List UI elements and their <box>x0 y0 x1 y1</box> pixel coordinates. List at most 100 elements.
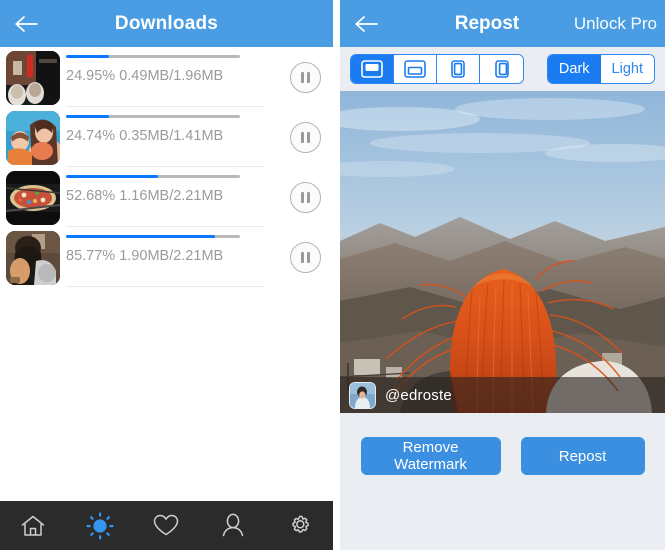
download-percent: 24.95% <box>66 68 116 84</box>
download-status: 85.77% 1.90MB/2.21MB <box>66 248 273 264</box>
panel-gap <box>333 0 340 550</box>
gear-icon <box>291 514 309 533</box>
download-sizes: 0.35MB/1.41MB <box>119 128 224 144</box>
download-row[interactable]: 24.74% 0.35MB/1.41MB <box>0 107 333 167</box>
download-thumbnail[interactable] <box>6 171 60 225</box>
user-avatar-icon <box>350 382 375 408</box>
download-percent: 85.77% <box>66 248 116 264</box>
progress-track <box>66 175 240 178</box>
downloads-nav-bar: Downloads <box>0 0 333 47</box>
watermark-position-bottom[interactable] <box>394 55 437 83</box>
pause-cell <box>277 227 333 287</box>
download-percent: 24.74% <box>66 128 116 144</box>
pause-cell <box>277 107 333 167</box>
tab-home[interactable] <box>5 501 61 550</box>
repost-screen: Repost Unlock Pro Dark Light @edroste Re… <box>340 0 665 550</box>
watermark-position-right[interactable] <box>480 55 523 83</box>
download-row[interactable]: 52.68% 1.16MB/2.21MB <box>0 167 333 227</box>
heart-icon <box>154 514 179 536</box>
download-status: 24.95% 0.49MB/1.96MB <box>66 68 273 84</box>
download-percent: 52.68% <box>66 188 116 204</box>
repost-nav-bar: Repost Unlock Pro <box>340 0 665 47</box>
thumbnail-image-1 <box>6 51 60 105</box>
thumbnail-image-2 <box>6 111 60 165</box>
repost-photo-preview[interactable]: @edroste <box>340 91 665 413</box>
download-info: 24.74% 0.35MB/1.41MB <box>66 107 273 167</box>
download-info: 85.77% 1.90MB/2.21MB <box>66 227 273 287</box>
download-thumbnail[interactable] <box>6 231 60 285</box>
pause-icon-bar-left <box>300 131 304 143</box>
page-title: Repost <box>454 12 520 34</box>
progress-fill <box>66 115 110 118</box>
back-button[interactable] <box>0 0 54 47</box>
tab-profile[interactable] <box>205 501 261 550</box>
person-icon <box>222 513 244 537</box>
tab-settings[interactable] <box>272 501 328 550</box>
photo-image <box>340 91 665 413</box>
theme-option-light[interactable]: Light <box>600 55 654 83</box>
pause-icon-bar-right <box>306 191 310 203</box>
progress-fill <box>66 175 158 178</box>
watermark-position-top[interactable] <box>351 55 394 83</box>
pause-button[interactable] <box>289 61 321 93</box>
home-icon <box>22 515 45 536</box>
download-info: 52.68% 1.16MB/2.21MB <box>66 167 273 227</box>
repost-button[interactable]: Repost <box>520 437 645 475</box>
pause-button[interactable] <box>289 241 321 273</box>
progress-track <box>66 55 240 58</box>
avatar <box>349 381 376 409</box>
pause-cell <box>277 167 333 227</box>
app-screenshot: Downloads 24.95% 0.49MB/1.96MB 24.74% 0.… <box>0 0 665 550</box>
download-thumbnail[interactable] <box>6 111 60 165</box>
download-status: 24.74% 0.35MB/1.41MB <box>66 128 273 144</box>
page-title: Downloads <box>114 12 219 34</box>
download-sizes: 1.90MB/2.21MB <box>119 248 224 264</box>
watermark-right-icon <box>494 60 509 78</box>
pause-icon-bar-right <box>306 131 310 143</box>
remove-watermark-button[interactable]: Remove Watermark <box>360 437 501 475</box>
repost-toolbar: Dark Light <box>340 47 665 91</box>
download-row[interactable]: 85.77% 1.90MB/2.21MB <box>0 227 333 287</box>
watermark-left-icon <box>451 60 465 78</box>
downloads-screen: Downloads 24.95% 0.49MB/1.96MB 24.74% 0.… <box>0 0 333 550</box>
download-status: 52.68% 1.16MB/2.21MB <box>66 188 273 204</box>
repost-actions: Remove Watermark Repost <box>340 413 665 550</box>
tab-discover[interactable] <box>72 501 128 550</box>
download-thumbnail[interactable] <box>6 51 60 105</box>
thumbnail-image-3 <box>6 171 60 225</box>
pause-button[interactable] <box>289 181 321 213</box>
watermark-position-segmented-control <box>350 54 524 84</box>
watermark-username: @edroste <box>385 386 452 404</box>
pause-button[interactable] <box>289 121 321 153</box>
back-arrow-icon <box>15 15 38 32</box>
progress-track <box>66 235 240 238</box>
unlock-pro-button[interactable]: Unlock Pro <box>574 14 665 34</box>
watermark-bottom-icon <box>404 60 426 78</box>
theme-segmented-control: Dark Light <box>546 54 655 84</box>
row-separator <box>66 286 265 287</box>
back-button[interactable] <box>340 0 394 47</box>
download-sizes: 0.49MB/1.96MB <box>119 68 224 84</box>
progress-fill <box>66 55 110 58</box>
pause-cell <box>277 47 333 107</box>
theme-option-dark[interactable]: Dark <box>547 55 601 83</box>
watermark-position-left[interactable] <box>437 55 480 83</box>
watermark-top-icon <box>361 60 383 78</box>
pause-icon-bar-right <box>306 251 310 263</box>
download-row[interactable]: 24.95% 0.49MB/1.96MB <box>0 47 333 107</box>
pause-icon-bar-left <box>300 191 304 203</box>
tab-likes[interactable] <box>138 501 194 550</box>
watermark-overlay: @edroste <box>340 377 665 413</box>
thumbnail-image-4 <box>6 231 60 285</box>
bottom-tab-bar <box>0 501 333 550</box>
sun-burst-icon <box>86 512 114 539</box>
download-sizes: 1.16MB/2.21MB <box>119 188 224 204</box>
progress-fill <box>66 235 216 238</box>
back-arrow-icon <box>355 15 378 32</box>
downloads-list: 24.95% 0.49MB/1.96MB 24.74% 0.35MB/1.41M… <box>0 47 333 501</box>
pause-icon-bar-right <box>306 71 310 83</box>
pause-icon-bar-left <box>300 251 304 263</box>
pause-icon-bar-left <box>300 71 304 83</box>
progress-track <box>66 115 240 118</box>
download-info: 24.95% 0.49MB/1.96MB <box>66 47 273 107</box>
